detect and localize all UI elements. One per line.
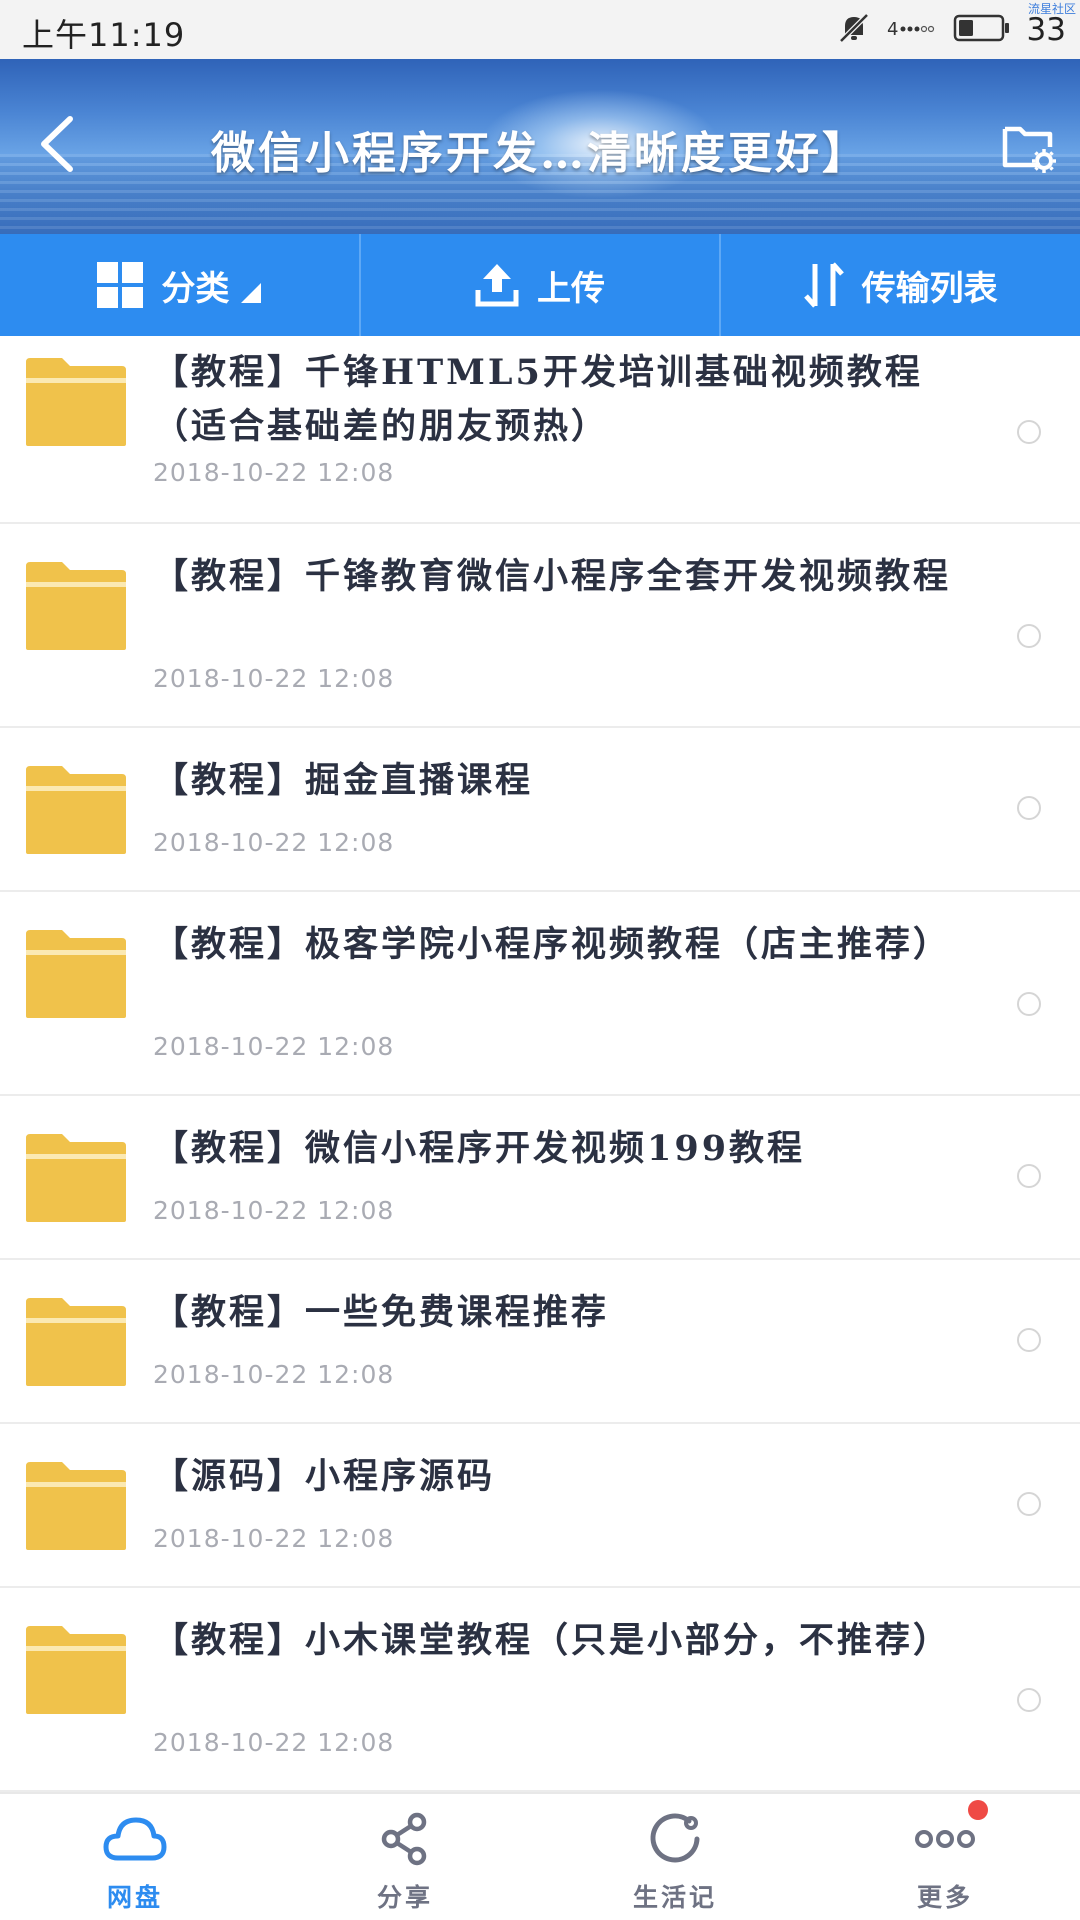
- header: 微信小程序开发…清晰度更好】: [0, 59, 1080, 234]
- folder-icon: [26, 1298, 126, 1386]
- file-name: 【源码】小程序源码: [153, 1456, 496, 1497]
- grid-icon: [97, 262, 144, 308]
- list-item[interactable]: 【教程】千锋HTML5开发培训基础视频教程（适合基础差的朋友预热） 2018-1…: [0, 336, 1080, 524]
- toolbar: 分类 上传 传输列表: [0, 234, 1080, 336]
- folder-icon: [26, 1626, 126, 1714]
- select-radio[interactable]: [1017, 796, 1041, 820]
- file-name: 【教程】一些免费课程推荐: [153, 1292, 610, 1333]
- folder-settings-icon: [1002, 126, 1056, 173]
- file-date: 2018-10-22 12:08: [153, 828, 395, 857]
- file-date: 2018-10-22 12:08: [153, 1360, 395, 1389]
- nav-item-more[interactable]: 更多: [810, 1794, 1080, 1920]
- folder-icon: [26, 1134, 126, 1222]
- file-name: 【教程】极客学院小程序视频教程（店主推荐）: [153, 924, 952, 965]
- nav-item-life[interactable]: 生活记: [540, 1794, 810, 1920]
- nav-item-share[interactable]: 分享: [270, 1794, 540, 1920]
- nav-label: 网盘: [106, 1883, 163, 1912]
- list-item[interactable]: 【源码】小程序源码 2018-10-22 12:08: [0, 1424, 1080, 1588]
- file-date: 2018-10-22 12:08: [153, 1524, 395, 1553]
- list-item[interactable]: 【教程】小木课堂教程（只是小部分，不推荐） 2018-10-22 12:08: [0, 1588, 1080, 1792]
- select-radio[interactable]: [1017, 420, 1041, 444]
- folder-icon: [26, 358, 126, 446]
- select-radio[interactable]: [1017, 1688, 1041, 1712]
- list-item[interactable]: 【教程】极客学院小程序视频教程（店主推荐） 2018-10-22 12:08: [0, 892, 1080, 1096]
- folder-icon: [26, 562, 126, 650]
- status-time: 上午11:19: [22, 16, 186, 54]
- dropdown-triangle-icon: [241, 283, 262, 303]
- status-bar: 上午11:19 流星社区 4 33: [0, 0, 1080, 59]
- battery-icon: [953, 13, 1011, 47]
- back-button[interactable]: [30, 109, 90, 179]
- select-radio[interactable]: [1017, 992, 1041, 1016]
- notification-badge: [968, 1800, 988, 1820]
- battery-level: 33: [1026, 12, 1066, 48]
- category-button[interactable]: 分类: [0, 234, 361, 336]
- file-name: 【教程】千锋HTML5开发培训基础视频教程（适合基础差的朋友预热）: [153, 352, 923, 447]
- file-name: 【教程】微信小程序开发视频199教程: [153, 1128, 806, 1169]
- folder-icon: [26, 1462, 126, 1550]
- file-date: 2018-10-22 12:08: [153, 1196, 395, 1225]
- page-title: 微信小程序开发…清晰度更好】: [211, 128, 869, 179]
- file-date: 2018-10-22 12:08: [153, 458, 395, 487]
- folder-icon: [26, 766, 126, 854]
- file-name: 【教程】掘金直播课程: [153, 760, 534, 801]
- nav-label: 生活记: [632, 1883, 717, 1912]
- upload-label: 上传: [537, 268, 605, 309]
- select-radio[interactable]: [1017, 1328, 1041, 1352]
- signal-icon: 4: [887, 13, 937, 47]
- svg-text:4: 4: [887, 19, 898, 40]
- list-item[interactable]: 【教程】掘金直播课程 2018-10-22 12:08: [0, 728, 1080, 892]
- list-item[interactable]: 【教程】千锋教育微信小程序全套开发视频教程 2018-10-22 12:08: [0, 524, 1080, 728]
- file-name: 【教程】千锋教育微信小程序全套开发视频教程: [153, 556, 952, 597]
- nav-label: 更多: [916, 1883, 973, 1912]
- list-item[interactable]: 【教程】微信小程序开发视频199教程 2018-10-22 12:08: [0, 1096, 1080, 1260]
- file-date: 2018-10-22 12:08: [153, 1032, 395, 1061]
- select-radio[interactable]: [1017, 624, 1041, 648]
- circle-refresh-icon: [647, 1808, 703, 1870]
- share-icon: [379, 1808, 431, 1870]
- category-label: 分类: [161, 268, 230, 309]
- transfer-list-label: 传输列表: [861, 268, 998, 309]
- select-radio[interactable]: [1017, 1492, 1041, 1516]
- file-date: 2018-10-22 12:08: [153, 664, 395, 693]
- file-date: 2018-10-22 12:08: [153, 1728, 395, 1757]
- folder-settings-button[interactable]: [1000, 117, 1058, 175]
- file-list: 【教程】千锋HTML5开发培训基础视频教程（适合基础差的朋友预热） 2018-1…: [0, 336, 1080, 1792]
- status-icons: 4 33: [837, 12, 1066, 48]
- upload-button[interactable]: 上传: [361, 234, 722, 336]
- more-dots-icon: [914, 1808, 976, 1870]
- chevron-left-icon: [41, 116, 73, 172]
- transfer-list-button[interactable]: 传输列表: [721, 234, 1080, 336]
- cloud-icon: [102, 1808, 168, 1870]
- list-item[interactable]: 【教程】一些免费课程推荐 2018-10-22 12:08: [0, 1260, 1080, 1424]
- mute-icon: [837, 11, 871, 49]
- transfer-arrows-icon: [803, 262, 844, 308]
- upload-icon: [475, 264, 519, 307]
- folder-icon: [26, 930, 126, 1018]
- select-radio[interactable]: [1017, 1164, 1041, 1188]
- nav-item-netdisk[interactable]: 网盘: [0, 1794, 270, 1920]
- file-name: 【教程】小木课堂教程（只是小部分，不推荐）: [153, 1620, 952, 1661]
- nav-label: 分享: [376, 1883, 433, 1912]
- bottom-nav: 网盘 分享 生活记 更多: [0, 1792, 1080, 1920]
